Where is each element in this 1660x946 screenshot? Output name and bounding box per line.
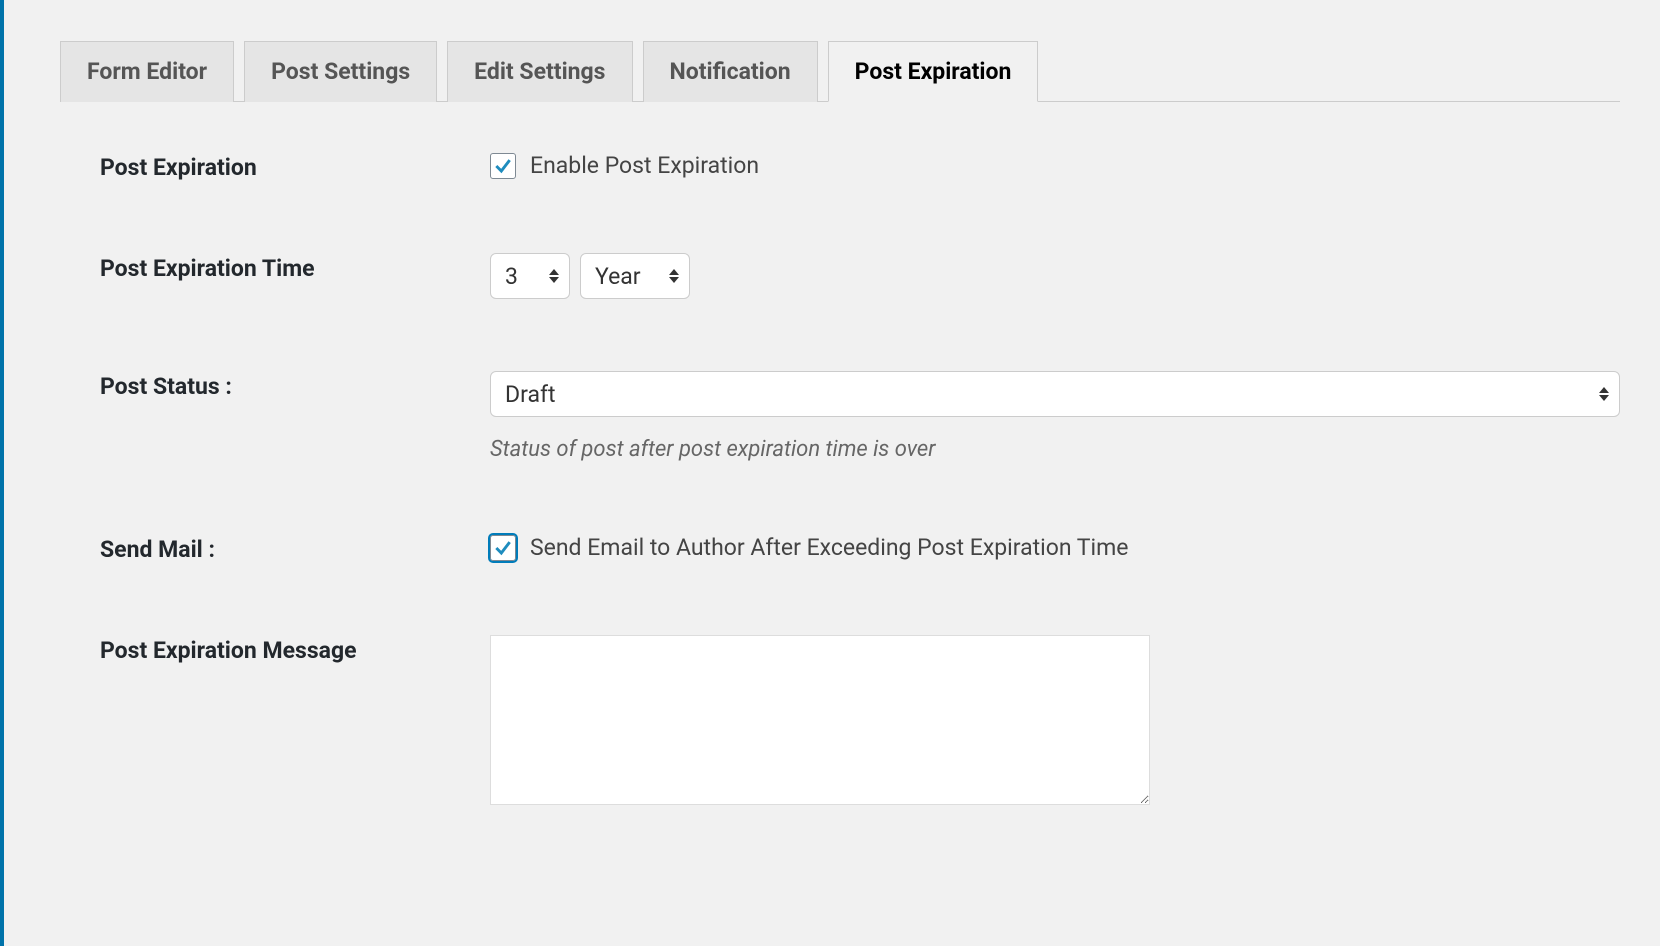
label-post-status: Post Status : <box>100 371 490 400</box>
checkbox-enable-post-expiration[interactable] <box>490 153 516 179</box>
row-send-mail: Send Mail : Send Email to Author After E… <box>100 534 1620 563</box>
select-arrows-icon <box>549 269 559 283</box>
row-expiration-time: Post Expiration Time 3 Year <box>100 253 1620 299</box>
row-post-expiration: Post Expiration Enable Post Expiration <box>100 152 1620 181</box>
row-expiration-message: Post Expiration Message <box>100 635 1620 805</box>
tab-notification[interactable]: Notification <box>643 41 818 102</box>
select-arrows-icon <box>1599 387 1609 401</box>
tab-form-editor[interactable]: Form Editor <box>60 41 234 102</box>
description-post-status: Status of post after post expiration tim… <box>490 437 1620 462</box>
label-expiration-time: Post Expiration Time <box>100 253 490 282</box>
checkbox-label-enable-post-expiration: Enable Post Expiration <box>530 152 759 179</box>
checkbox-label-send-mail: Send Email to Author After Exceeding Pos… <box>530 534 1128 561</box>
select-expiration-number[interactable]: 3 <box>490 253 570 299</box>
label-send-mail: Send Mail : <box>100 534 490 563</box>
select-arrows-icon <box>669 269 679 283</box>
checkmark-icon <box>493 538 513 558</box>
tab-post-expiration[interactable]: Post Expiration <box>828 41 1039 102</box>
label-expiration-message: Post Expiration Message <box>100 635 490 664</box>
select-expiration-unit-value: Year <box>595 263 641 290</box>
label-post-expiration: Post Expiration <box>100 152 490 181</box>
tab-post-settings[interactable]: Post Settings <box>244 41 437 102</box>
tab-edit-settings[interactable]: Edit Settings <box>447 41 632 102</box>
select-expiration-unit[interactable]: Year <box>580 253 690 299</box>
checkbox-send-mail[interactable] <box>490 535 516 561</box>
select-expiration-number-value: 3 <box>505 263 518 290</box>
checkmark-icon <box>493 156 513 176</box>
select-post-status[interactable]: Draft <box>490 371 1620 417</box>
post-expiration-form: Post Expiration Enable Post Expiration P… <box>60 152 1620 805</box>
textarea-expiration-message[interactable] <box>490 635 1150 805</box>
row-post-status: Post Status : Draft Status of post after… <box>100 371 1620 462</box>
settings-tabs: Form Editor Post Settings Edit Settings … <box>60 40 1620 102</box>
select-post-status-value: Draft <box>505 381 555 408</box>
